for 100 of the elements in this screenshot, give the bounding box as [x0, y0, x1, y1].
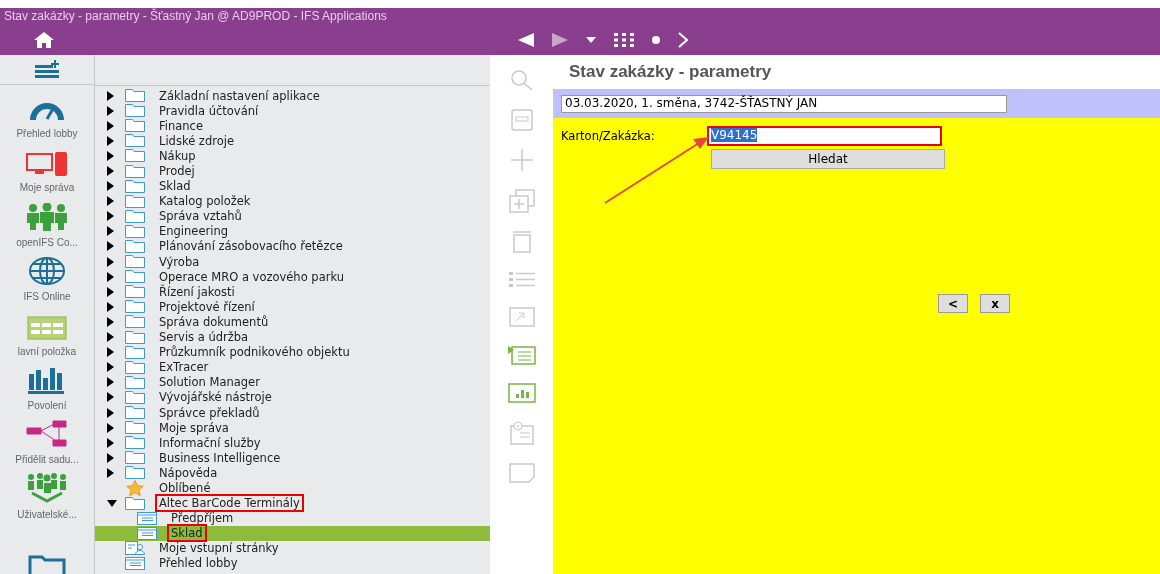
tree-item[interactable]: Správa dokumentů	[95, 314, 490, 330]
computer-icon	[26, 152, 68, 177]
tree-item[interactable]: Nákup	[95, 148, 490, 164]
collapsed-arrow-icon[interactable]	[107, 166, 114, 176]
collapsed-arrow-icon[interactable]	[107, 226, 114, 237]
bar-chart-icon	[28, 365, 66, 394]
collapsed-arrow-icon[interactable]	[107, 120, 114, 131]
page-list-icon	[137, 526, 157, 540]
folder-icon	[125, 390, 145, 404]
folder-icon	[125, 496, 145, 510]
header-field[interactable]: 03.03.2020, 1. směna, 3742-ŠŤASTNÝ JAN	[561, 94, 1007, 113]
collapsed-arrow-icon[interactable]	[107, 256, 114, 267]
folder-icon	[125, 375, 145, 389]
sidebar-item[interactable]: Povolení	[27, 399, 67, 411]
collapsed-arrow-icon[interactable]	[107, 347, 114, 358]
collapsed-arrow-icon[interactable]	[107, 407, 114, 418]
tree-item[interactable]: Předpříjem	[95, 510, 490, 526]
folder-icon	[125, 345, 145, 359]
form-button[interactable]: <	[938, 294, 968, 313]
tree-item[interactable]: ExTracer	[95, 359, 490, 375]
chevron-right-icon[interactable]	[678, 31, 688, 48]
sidebar-item[interactable]: lavní položka	[17, 345, 77, 357]
tree-item[interactable]: Řízení jakosti	[95, 284, 490, 300]
forward-icon[interactable]	[552, 32, 568, 47]
collapsed-arrow-icon[interactable]	[107, 211, 114, 222]
sidebar-item[interactable]: Moje správa	[19, 182, 75, 194]
tree-item[interactable]: Operace MRO a vozového parku	[95, 269, 490, 285]
collapsed-arrow-icon[interactable]	[107, 301, 114, 312]
tree-item[interactable]: Oblíbené	[95, 480, 490, 496]
tree-item[interactable]: Správce překladů	[95, 404, 490, 421]
tree-item[interactable]: Výroba	[95, 254, 490, 270]
form-button[interactable]: x	[980, 294, 1010, 313]
folder-icon	[125, 240, 145, 253]
tree-item[interactable]: Informační služby	[95, 435, 490, 451]
sidebar-item[interactable]: Uživatelské...	[17, 508, 77, 520]
collapsed-arrow-icon[interactable]	[107, 241, 114, 252]
tree-item[interactable]: Solution Manager	[95, 374, 490, 390]
window-title: Stav zakázky - parametry - Šťastný Jan @ AD9PROD - IFS Applications	[3, 8, 388, 24]
menu-icon[interactable]	[35, 60, 59, 79]
collapsed-arrow-icon[interactable]	[107, 90, 114, 101]
tree-item[interactable]: Sklad	[95, 178, 490, 194]
sidebar-item[interactable]: Přidělit sadu...	[15, 454, 79, 466]
page-list-icon	[137, 511, 157, 525]
home-icon[interactable]	[34, 31, 54, 48]
tree-item[interactable]: Lidské zdroje	[95, 133, 490, 149]
grid-icon[interactable]	[614, 32, 634, 47]
tree-item[interactable]: Průzkumník podnikového objektu	[95, 344, 490, 360]
tree-item[interactable]: Servis a údržba	[95, 329, 490, 345]
tree-item[interactable]: Business Intelligence	[95, 450, 490, 466]
sidebar-item[interactable]: IFS Online	[23, 291, 71, 303]
tree-item[interactable]: Projektové řízení	[95, 299, 490, 315]
tree-item[interactable]: Katalog položek	[95, 193, 490, 209]
tree-item[interactable]: Plánování zásobovacího řetězce	[95, 238, 490, 255]
collapsed-arrow-icon[interactable]	[107, 135, 114, 146]
collapsed-arrow-icon[interactable]	[107, 181, 114, 192]
tree-item[interactable]: Moje správa	[95, 420, 490, 436]
collapsed-arrow-icon[interactable]	[107, 437, 114, 448]
tree-item[interactable]: Engineering	[95, 223, 490, 239]
search-button[interactable]: Hledat	[711, 149, 945, 169]
tree-item[interactable]: Sklad	[95, 525, 490, 541]
collapsed-arrow-icon[interactable]	[107, 332, 114, 343]
collapsed-arrow-icon[interactable]	[107, 286, 114, 297]
folder-icon	[125, 285, 145, 299]
tree-item[interactable]: Přehled lobby	[95, 555, 490, 571]
tree-item[interactable]: Vývojářské nástroje	[95, 389, 490, 405]
tree-item[interactable]: Moje vstupní stránky	[95, 540, 490, 556]
collapsed-arrow-icon[interactable]	[107, 422, 114, 433]
tree-item[interactable]: Základní nastavení aplikace	[95, 88, 490, 104]
input-field[interactable]: V94145	[707, 126, 942, 146]
sidebar-item[interactable]: Přehled lobby	[16, 128, 78, 139]
collapsed-arrow-icon[interactable]	[107, 362, 114, 373]
collapsed-arrow-icon[interactable]	[107, 392, 114, 403]
folder-icon	[125, 406, 145, 419]
tree-item[interactable]: Nápověda	[95, 465, 490, 481]
star-icon	[125, 480, 145, 496]
folder-icon	[125, 360, 145, 374]
collapsed-arrow-icon[interactable]	[107, 467, 114, 478]
collapsed-arrow-icon[interactable]	[107, 105, 114, 116]
back-icon[interactable]	[518, 32, 534, 47]
folder-icon	[125, 315, 145, 329]
collapsed-arrow-icon[interactable]	[107, 316, 114, 327]
collapsed-arrow-icon[interactable]	[107, 196, 114, 207]
tree-item[interactable]: Pravidla účtování	[95, 103, 490, 119]
folder-icon	[125, 270, 145, 284]
table-icon	[27, 315, 67, 340]
folder-icon	[125, 104, 145, 118]
collapsed-arrow-icon[interactable]	[107, 452, 114, 463]
dot-icon[interactable]	[652, 35, 660, 44]
users-icon	[26, 472, 68, 503]
tree-item[interactable]: Altec BarCode Terminály	[95, 495, 490, 511]
tree-item[interactable]: Prodej	[95, 163, 490, 179]
dropdown-icon[interactable]	[586, 36, 596, 43]
tree-item[interactable]: Správa vztahů	[95, 208, 490, 224]
sidebar-item[interactable]: openIFS Co...	[16, 236, 78, 248]
collapsed-arrow-icon[interactable]	[107, 377, 114, 388]
collapsed-arrow-icon[interactable]	[107, 271, 114, 282]
folder-icon	[125, 466, 145, 480]
expanded-arrow-icon[interactable]	[107, 499, 117, 507]
collapsed-arrow-icon[interactable]	[107, 150, 114, 161]
tree-item[interactable]: Finance	[95, 118, 490, 134]
